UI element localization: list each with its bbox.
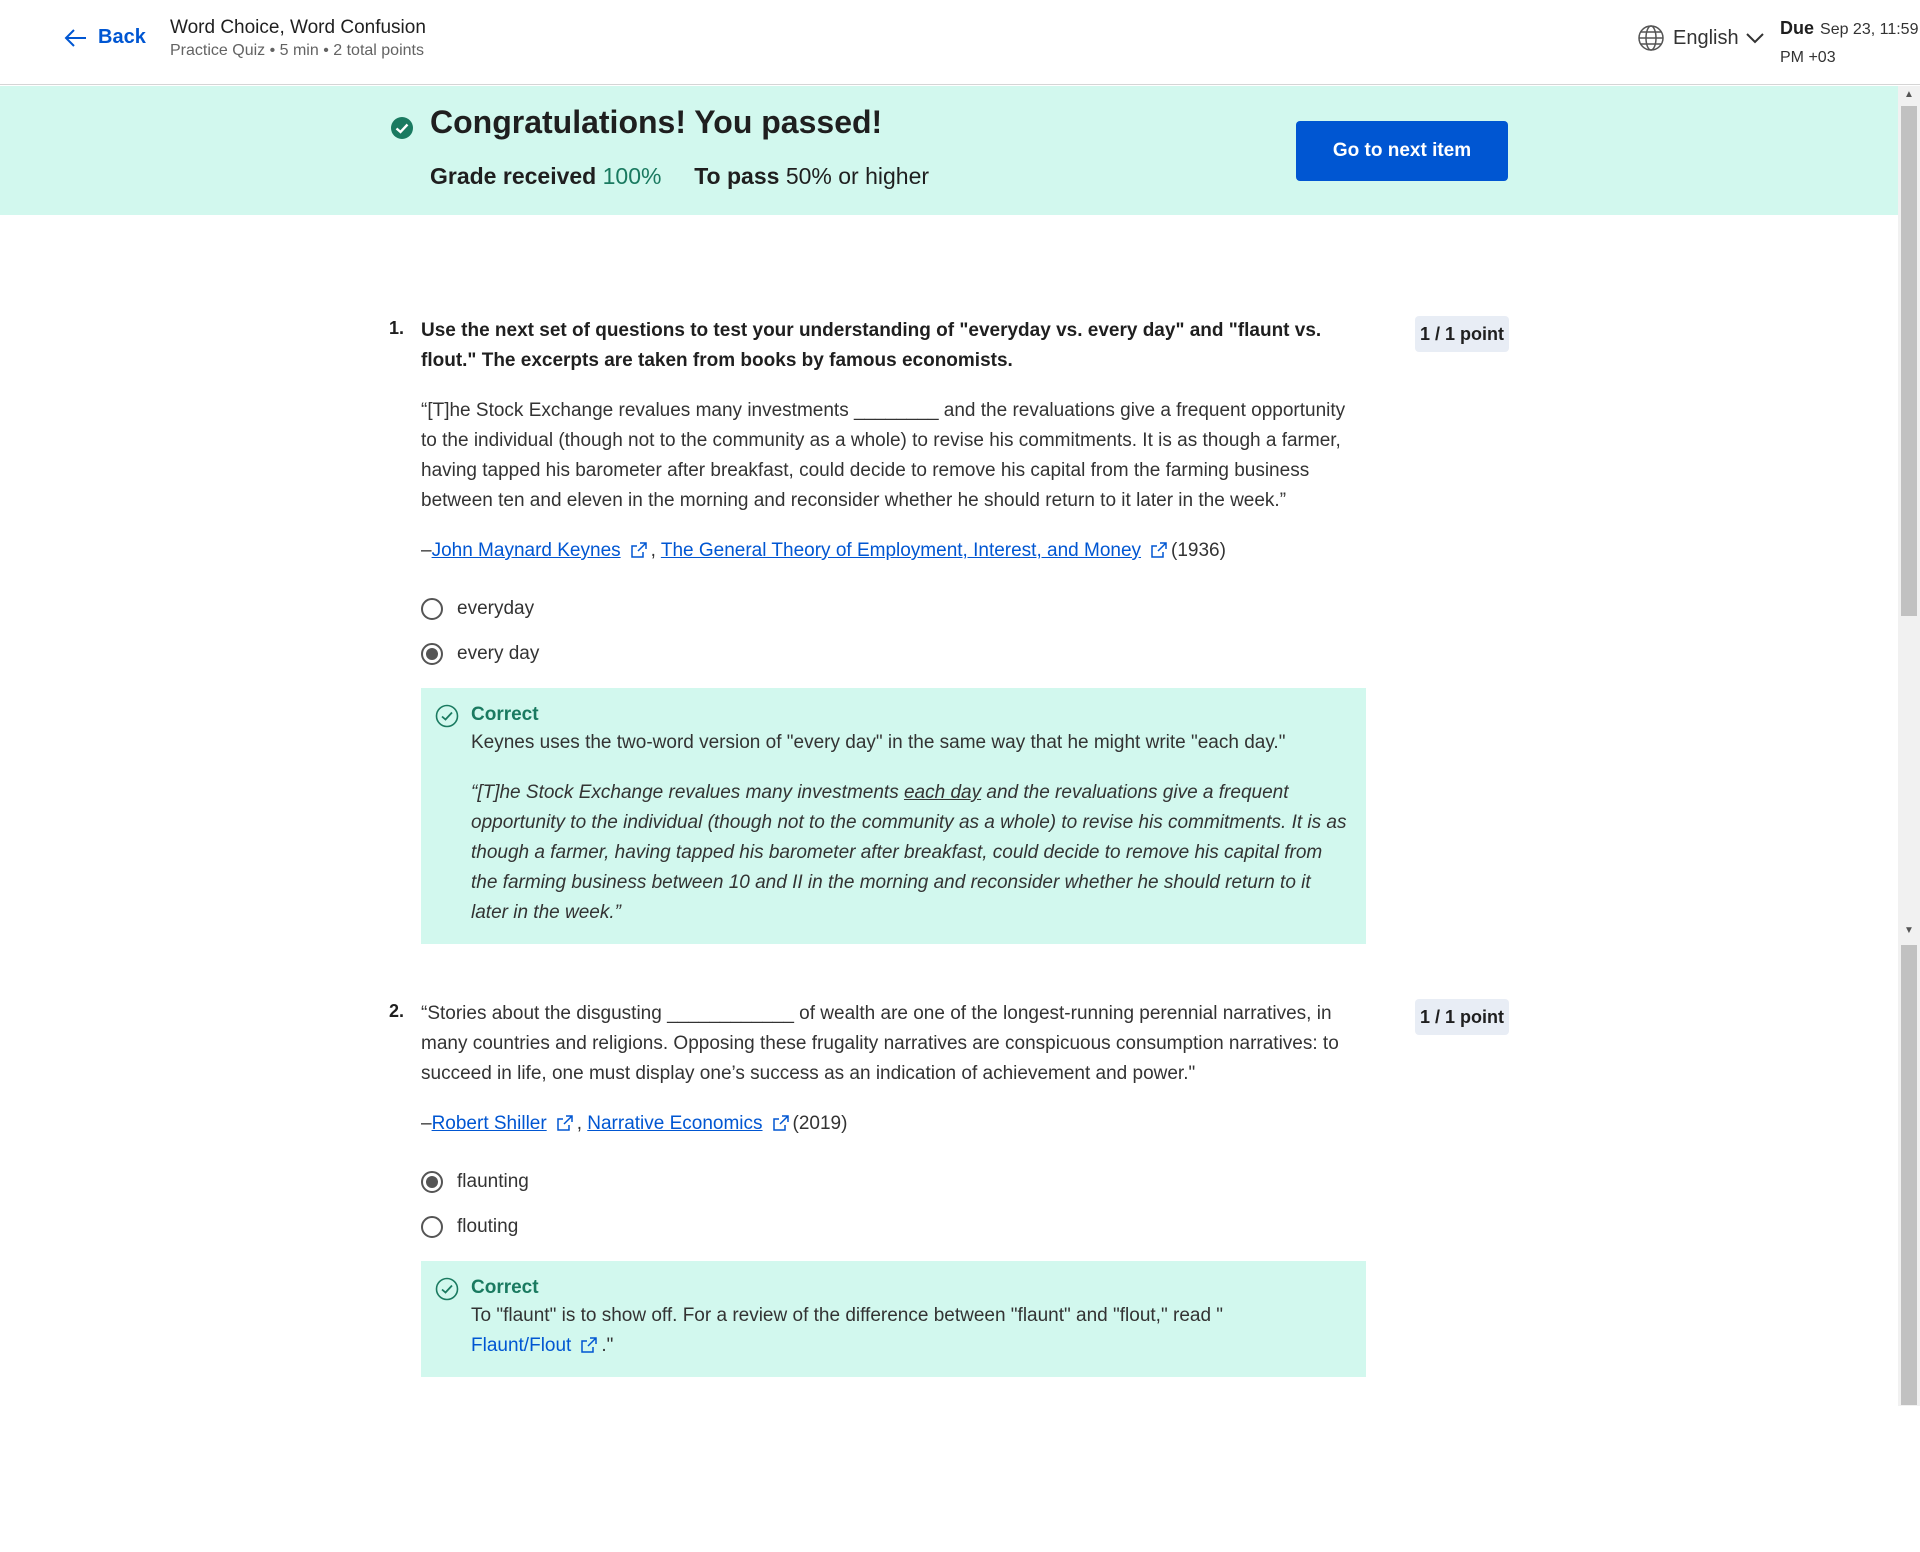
- language-label: English: [1673, 26, 1739, 49]
- due-date-line2: PM +03: [1780, 49, 1836, 66]
- citation-dash: –: [421, 1113, 432, 1134]
- radio-button[interactable]: [421, 1215, 443, 1238]
- scroll-up-arrow[interactable]: ▲: [1898, 86, 1920, 104]
- due-date: Due Sep 23, 11:59 PM +03: [1780, 14, 1918, 72]
- external-link-icon[interactable]: [581, 1337, 598, 1353]
- language-selector[interactable]: English: [1637, 24, 1773, 52]
- check-circle-outline-icon: [435, 1277, 459, 1301]
- question-points: 1 / 1 point: [1415, 316, 1509, 352]
- scrollbar-thumb[interactable]: [1901, 106, 1917, 616]
- answer-option[interactable]: everyday: [421, 586, 1361, 631]
- check-circle-outline-icon: [435, 704, 459, 728]
- title-block: Word Choice, Word Confusion Practice Qui…: [170, 16, 426, 62]
- question-number: 2.: [389, 1001, 405, 1021]
- feedback-text-part: To "flaunt" is to show off. For a review…: [471, 1305, 1224, 1326]
- radio-button-selected[interactable]: [421, 642, 443, 665]
- quote-part: “[T]he Stock Exchange revalues many inve…: [471, 782, 904, 803]
- question-points: 1 / 1 point: [1415, 999, 1509, 1035]
- pass-value: 50%: [785, 163, 832, 189]
- book-link[interactable]: The General Theory of Employment, Intere…: [661, 540, 1141, 561]
- citation: –Robert Shiller, Narrative Economics (201…: [421, 1109, 1361, 1139]
- citation-comma: ,: [650, 540, 656, 561]
- feedback-text-end: .": [601, 1335, 614, 1356]
- feedback-title: Correct: [471, 704, 539, 725]
- question-number: 1.: [389, 318, 405, 338]
- question-excerpt: “Stories about the disgusting __________…: [421, 1003, 1339, 1084]
- external-link-icon[interactable]: [556, 1115, 573, 1131]
- page-title: Word Choice, Word Confusion: [170, 17, 426, 38]
- result-banner: [0, 86, 1898, 215]
- scroll-down-arrow[interactable]: ▼: [1898, 922, 1920, 940]
- pass-message: Congratulations! You passed!: [430, 104, 883, 140]
- option-label: every day: [457, 642, 540, 664]
- external-link-icon[interactable]: [772, 1115, 789, 1131]
- due-label: Due: [1780, 18, 1815, 38]
- feedback-title: Correct: [471, 1277, 539, 1298]
- page-subtitle: Practice Quiz • 5 min • 2 total points: [170, 42, 424, 59]
- globe-icon: [1638, 25, 1664, 51]
- citation: –John Maynard Keynes, The General Theory…: [421, 536, 1361, 566]
- grade-value: 100%: [602, 163, 662, 189]
- radio-button[interactable]: [421, 597, 443, 620]
- feedback-panel: Correct To "flaunt" is to show off. For …: [421, 1261, 1366, 1377]
- grade-label: Grade received: [430, 163, 597, 189]
- external-link-icon[interactable]: [630, 542, 647, 558]
- option-label: everyday: [457, 597, 535, 619]
- external-link-icon[interactable]: [1151, 542, 1167, 558]
- pass-suffix: or higher: [838, 163, 930, 189]
- author-link[interactable]: Robert Shiller: [432, 1113, 547, 1134]
- feedback-text: To "flaunt" is to show off. For a review…: [471, 1301, 1350, 1361]
- arrow-left-icon: [64, 28, 86, 47]
- quote-underlined: each day: [903, 782, 982, 803]
- question-body: Use the next set of questions to test yo…: [421, 316, 1366, 944]
- citation-year: (2019): [792, 1113, 848, 1134]
- chevron-down-icon: [1745, 33, 1764, 44]
- answer-option[interactable]: flaunting: [421, 1159, 1361, 1204]
- author-link[interactable]: John Maynard Keynes: [432, 540, 621, 561]
- back-button[interactable]: Back: [64, 26, 146, 49]
- citation-year: (1936): [1171, 540, 1226, 561]
- citation-comma: ,: [576, 1113, 582, 1134]
- radio-button-selected[interactable]: [421, 1170, 443, 1193]
- feedback-panel: Correct Keynes uses the two-word version…: [421, 688, 1366, 944]
- feedback-quote: “[T]he Stock Exchange revalues many inve…: [471, 778, 1350, 928]
- pass-label: To pass: [694, 163, 780, 189]
- option-label: flaunting: [457, 1170, 529, 1192]
- book-link[interactable]: Narrative Economics: [587, 1113, 762, 1134]
- question-excerpt: “[T]he Stock Exchange revalues many inve…: [421, 400, 1346, 511]
- answer-option[interactable]: flouting: [421, 1204, 1361, 1249]
- option-label: flouting: [457, 1215, 519, 1237]
- feedback-text: Keynes uses the two-word version of "eve…: [471, 732, 1286, 753]
- grade-summary: Grade received 100% To pass 50% or highe…: [430, 163, 929, 190]
- back-label: Back: [98, 26, 146, 48]
- top-bar: Back Word Choice, Word Confusion Practic…: [0, 0, 1920, 85]
- quote-part: and the revaluations give a frequent opp…: [471, 782, 1347, 923]
- scrollbar-lower-region[interactable]: [1901, 945, 1917, 1405]
- flaunt-flout-link[interactable]: Flaunt/Flout: [471, 1335, 571, 1356]
- next-item-button[interactable]: Go to next item: [1296, 121, 1508, 181]
- question-prompt: Use the next set of questions to test yo…: [421, 320, 1322, 371]
- check-circle-icon: [391, 117, 413, 139]
- citation-dash: –: [421, 540, 432, 561]
- answer-option[interactable]: every day: [421, 631, 1361, 676]
- due-date-line1: Sep 23, 11:59: [1820, 21, 1919, 38]
- question-body: “Stories about the disgusting __________…: [421, 999, 1366, 1377]
